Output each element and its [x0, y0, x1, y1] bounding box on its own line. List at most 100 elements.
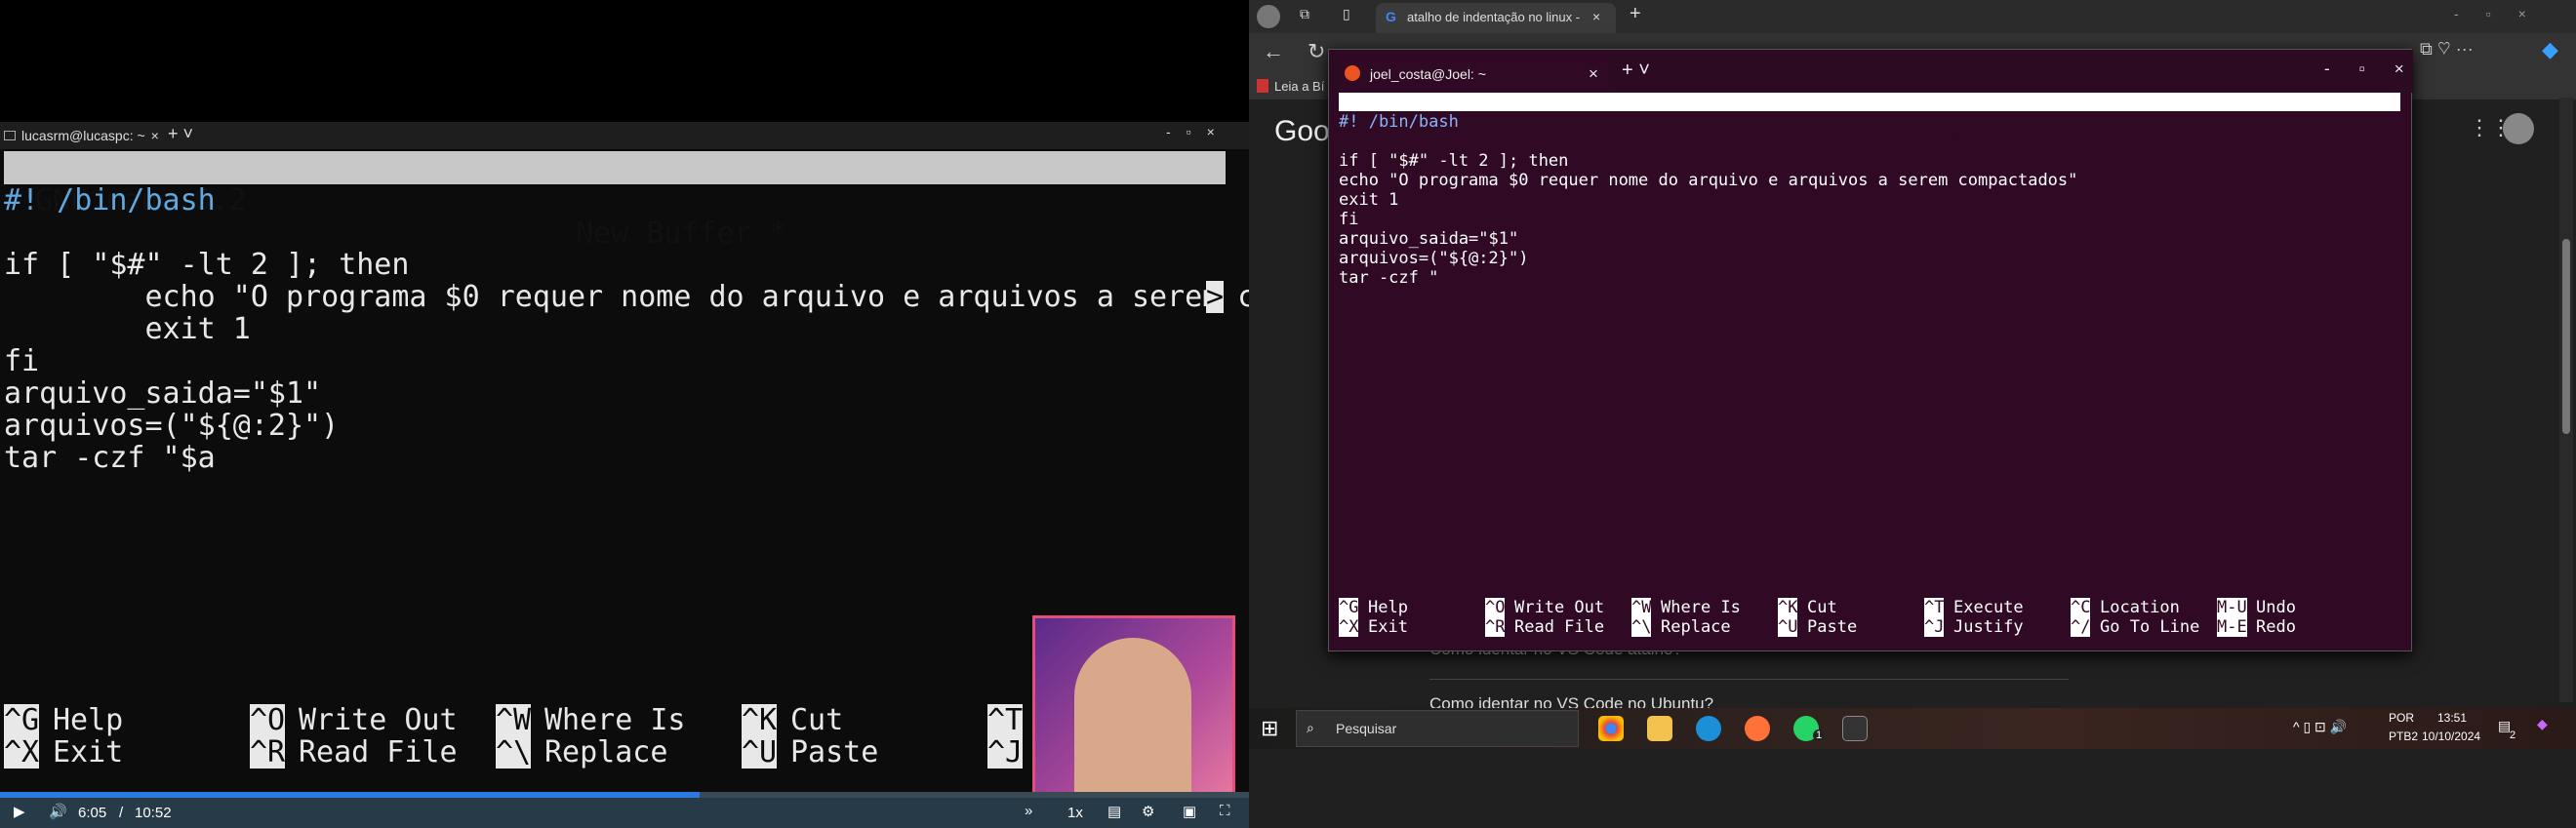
- skip-icon[interactable]: »: [1025, 803, 1032, 819]
- bible-icon: [1257, 79, 1268, 93]
- code-line: tar -czf "$a: [4, 441, 216, 475]
- browser-tab[interactable]: G atalho de indentação no linux - P ×: [1376, 3, 1616, 33]
- nano-title-bar: GNU nano 6.2 New Buffer *: [4, 151, 1226, 251]
- shortcut-key: ^G: [4, 703, 40, 737]
- volume-icon[interactable]: 🔊: [49, 803, 67, 820]
- code-line: arquivo_saida="$1": [4, 376, 322, 411]
- pip-icon[interactable]: ▣: [1183, 803, 1196, 820]
- terminal-tab[interactable]: lucasrm@lucaspc: ~ ×: [4, 124, 160, 147]
- close-icon[interactable]: ×: [1589, 64, 1598, 84]
- shortcut-key: ^K: [1778, 598, 1798, 617]
- shortcut-key: ^T: [987, 703, 1024, 737]
- shortcut-key: ^U: [742, 735, 778, 769]
- player-controls: ▶ 🔊 6:05 / 10:52 » 1x ▤ ⚙ ▣ ⛶: [0, 798, 1249, 828]
- close-icon[interactable]: ×: [151, 128, 159, 143]
- code-line: arquivos=("${@:2}"): [1339, 249, 1529, 268]
- ubuntu-icon: [1345, 65, 1360, 81]
- file-explorer-icon[interactable]: [1647, 716, 1672, 741]
- terminal-icon[interactable]: [1842, 716, 1868, 741]
- new-tab-icon[interactable]: + ˅: [1622, 59, 1650, 82]
- bookmark-link[interactable]: Leia a Bí: [1274, 79, 1324, 94]
- captions-icon[interactable]: ▤: [1107, 803, 1121, 820]
- avatar[interactable]: [1257, 5, 1280, 28]
- account-avatar[interactable]: [2503, 113, 2534, 144]
- edge-icon[interactable]: [1696, 716, 1721, 741]
- browser-tab-bar: ⧉ ▯ G atalho de indentação no linux - P …: [1249, 0, 2576, 33]
- code-line: arquivos=("${@:2}"): [4, 409, 340, 443]
- search-box[interactable]: ⌕ Pesquisar: [1296, 710, 1579, 747]
- scrollbar[interactable]: [2559, 98, 2573, 702]
- shortcut-label: Go To Line: [2100, 617, 2200, 637]
- tab-actions-icon[interactable]: ▯: [1343, 6, 1350, 22]
- chrome-icon[interactable]: [1598, 716, 1624, 741]
- code-line: if [ "$#" -lt 2 ]; then: [4, 248, 410, 282]
- shortcut-label: Where Is: [544, 703, 686, 737]
- shortcut-label: Write Out: [1514, 598, 1605, 617]
- shortcut-label: Cut: [790, 703, 844, 737]
- shortcut-key: ^U: [1778, 617, 1798, 637]
- code-line: if [ "$#" -lt 2 ]; then: [1339, 151, 1569, 171]
- code-line: arquivo_saida="$1": [1339, 229, 1519, 249]
- code-line: #! /bin/bash: [1339, 112, 1459, 132]
- nano-title-bar: GNU nano 6.2 New Buffer *: [1339, 93, 2400, 148]
- shortcut-key: ^O: [250, 703, 286, 737]
- shortcut-label: Read File: [1514, 617, 1605, 637]
- firefox-icon[interactable]: [1745, 716, 1770, 741]
- google-icon: G: [1386, 9, 1396, 24]
- desktop: ⧉ ▯ G atalho de indentação no linux - P …: [1249, 0, 2576, 828]
- new-tab-icon[interactable]: + ˅: [168, 124, 193, 144]
- extensions-icon[interactable]: ⧉ ♡ ⋯: [2420, 39, 2474, 59]
- code-line: fi: [1339, 210, 1359, 229]
- collections-icon[interactable]: ⧉: [1300, 6, 1309, 22]
- overflow-marker: >: [1206, 280, 1225, 314]
- video-letterbox: [0, 0, 1249, 122]
- shortcut-label: Redo: [2256, 617, 2296, 637]
- shortcut-key: ^W: [496, 703, 532, 737]
- window-controls[interactable]: -▫×: [2454, 6, 2554, 21]
- back-icon[interactable]: ←: [1263, 39, 1284, 64]
- search-icon: ⌕: [1307, 720, 1314, 735]
- shortcut-label: Replace: [1661, 617, 1731, 637]
- shortcut-key: ^G: [1339, 598, 1359, 617]
- shortcut-label: Paste: [790, 735, 879, 769]
- fullscreen-icon[interactable]: ⛶: [1220, 803, 1230, 819]
- shortcut-key: ^X: [4, 735, 40, 769]
- shortcut-label: Write Out: [299, 703, 458, 737]
- play-icon[interactable]: ▶: [14, 803, 25, 820]
- tray-icons[interactable]: ^ ▯ ⊡ 🔊: [2293, 719, 2347, 735]
- close-icon[interactable]: ×: [1592, 9, 1600, 24]
- shortcut-key: ^J: [1924, 617, 1945, 637]
- shortcut-label: Cut: [1807, 598, 1837, 617]
- terminal-tab[interactable]: joel_costa@Joel: ~ ×: [1337, 56, 1610, 93]
- start-icon[interactable]: ⊞: [1261, 716, 1278, 741]
- shortcut-key: ^\: [1631, 617, 1652, 637]
- terminal-tab-bar: lucasrm@lucaspc: ~ × + ˅ -▫×: [0, 122, 1249, 149]
- settings-icon[interactable]: ⚙: [1142, 803, 1154, 820]
- refresh-icon[interactable]: ↻: [1308, 39, 1325, 64]
- shortcut-key: ^C: [2071, 598, 2091, 617]
- shortcut-key: ^O: [1485, 598, 1506, 617]
- window-controls[interactable]: -▫×: [1166, 124, 1230, 139]
- shortcut-key: ^/: [2071, 617, 2091, 637]
- shortcut-label: Where Is: [1661, 598, 1741, 617]
- shortcut-label: Exit: [1368, 617, 1408, 637]
- code-line: exit 1: [1339, 190, 1399, 210]
- shortcut-key: ^J: [987, 735, 1024, 769]
- google-logo: Goo: [1274, 115, 1330, 147]
- shortcut-label: Undo: [2256, 598, 2296, 617]
- video-player: lucasrm@lucaspc: ~ × + ˅ -▫× GNU nano 6.…: [0, 0, 1308, 828]
- copilot-icon[interactable]: ◆: [2537, 716, 2548, 732]
- code-line: echo "O programa $0 requer nome do arqui…: [4, 280, 1308, 314]
- code-line: exit 1: [4, 312, 251, 346]
- new-tab-icon[interactable]: +: [1630, 3, 1641, 25]
- shortcut-label: Help: [1368, 598, 1408, 617]
- terminal-icon: [4, 131, 16, 140]
- divider: [1429, 679, 2069, 680]
- shortcut-label: Execute: [1953, 598, 2024, 617]
- shortcut-key: ^T: [1924, 598, 1945, 617]
- speed-button[interactable]: 1x: [1067, 805, 1083, 821]
- window-controls[interactable]: -▫×: [2324, 59, 2434, 79]
- terminal-tab-bar: joel_costa@Joel: ~ × + ˅ -▫×: [1329, 50, 2413, 93]
- copilot-icon[interactable]: ◆: [2542, 37, 2558, 62]
- shortcut-key: M-E: [2217, 617, 2247, 637]
